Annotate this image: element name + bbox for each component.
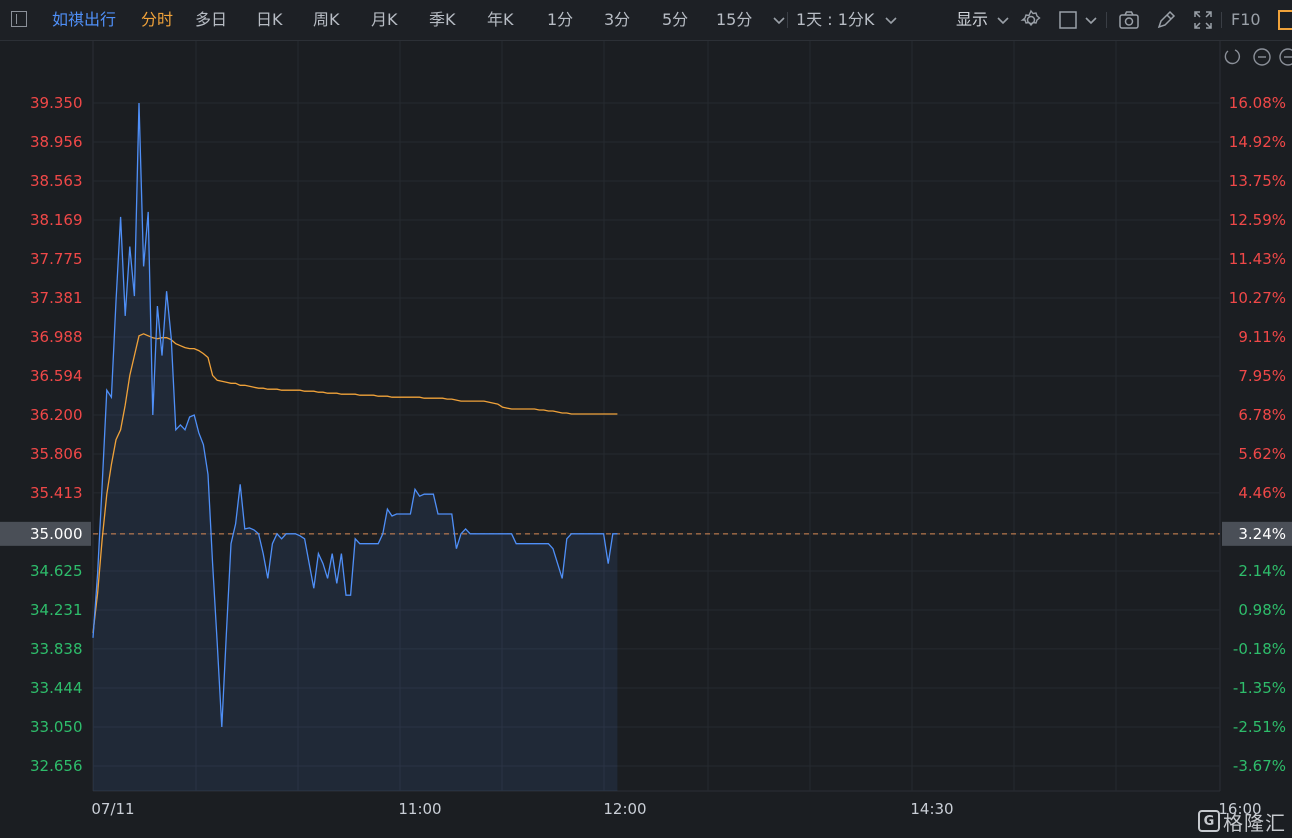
y-tick-label-left: 32.656 <box>30 757 83 775</box>
logo-mark: G <box>1198 810 1220 832</box>
tab-multi-day[interactable]: 多日 <box>195 10 227 30</box>
y-tick-label-left: 35.806 <box>30 445 83 463</box>
tab-5min[interactable]: 5分 <box>662 10 688 30</box>
y-tick-label-right: 2.14% <box>1238 562 1286 580</box>
y-tick-label-right: 10.27% <box>1229 289 1286 307</box>
x-axis-labels: 07/11 11:00 12:00 14:30 16:00 <box>91 800 1261 818</box>
y-tick-label-right: -0.18% <box>1233 640 1286 658</box>
y-tick-label-left: 37.775 <box>30 250 83 268</box>
y-tick-label-right: 3.24% <box>1238 525 1286 543</box>
chevron-down-icon[interactable] <box>992 8 1016 32</box>
y-tick-label-right: 7.95% <box>1238 367 1286 385</box>
tab-daily-k[interactable]: 日K <box>256 10 283 30</box>
gelonghui-logo: G 格隆汇 <box>1198 808 1286 835</box>
y-tick-label-left: 38.563 <box>30 172 83 190</box>
logo-text: 格隆汇 <box>1223 810 1286 835</box>
y-tick-label-left: 36.988 <box>30 328 83 346</box>
y-tick-label-right: 6.78% <box>1238 406 1286 424</box>
f10-button[interactable]: F10 <box>1231 10 1261 30</box>
chevron-down-icon[interactable] <box>880 8 904 32</box>
y-tick-label-right: 9.11% <box>1238 328 1286 346</box>
y-tick-label-right: 4.46% <box>1238 484 1286 502</box>
y-tick-label-right: -1.35% <box>1233 679 1286 697</box>
y-tick-label-right: 12.59% <box>1229 211 1286 229</box>
toolbar: 如祺出行 分时 多日 日K 周K 月K 季K 年K 1分 3分 5分 15分 1… <box>0 0 1292 41</box>
y-tick-label-right: 16.08% <box>1229 94 1286 112</box>
tab-1min[interactable]: 1分 <box>547 10 573 30</box>
tab-yearly-k[interactable]: 年K <box>487 10 514 30</box>
divider <box>1221 12 1222 28</box>
y-tick-label-left: 35.413 <box>30 484 83 502</box>
stock-symbol[interactable]: 如祺出行 <box>52 10 116 30</box>
y-tick-label-left: 33.050 <box>30 718 83 736</box>
fullscreen-icon[interactable] <box>1191 8 1215 32</box>
tab-15min[interactable]: 15分 <box>716 10 752 30</box>
gear-icon[interactable] <box>1019 8 1043 32</box>
divider <box>787 12 788 28</box>
display-menu[interactable]: 显示 <box>956 10 988 30</box>
tab-monthly-k[interactable]: 月K <box>371 10 398 30</box>
price-area <box>93 103 618 791</box>
y-tick-label-right: 13.75% <box>1229 172 1286 190</box>
y-tick-label-left: 34.625 <box>30 562 83 580</box>
y-tick-label-left: 33.838 <box>30 640 83 658</box>
y-tick-label-left: 38.169 <box>30 211 83 229</box>
tab-quarterly-k[interactable]: 季K <box>429 10 456 30</box>
y-tick-label-right: 0.98% <box>1238 601 1286 619</box>
y-tick-label-right: -2.51% <box>1233 718 1286 736</box>
sidebar-toggle-icon[interactable] <box>11 11 27 27</box>
y-tick-label-right: 5.62% <box>1238 445 1286 463</box>
y-tick-label-right: 11.43% <box>1229 250 1286 268</box>
x-tick-label: 14:30 <box>910 800 953 818</box>
y-tick-label-left: 33.444 <box>30 679 83 697</box>
y-tick-label-left: 34.231 <box>30 601 83 619</box>
y-tick-label-right: -3.67% <box>1233 757 1286 775</box>
tab-intraday[interactable]: 分时 <box>141 10 173 30</box>
x-tick-label: 07/11 <box>91 800 134 818</box>
intraday-chart: 39.350 16.08% 38.956 14.92% 38.563 13.75% 38.1… <box>0 41 1292 818</box>
x-tick-label: 12:00 <box>603 800 646 818</box>
y-tick-label-left: 39.350 <box>30 94 83 112</box>
y-tick-label-left: 36.594 <box>30 367 83 385</box>
chevron-down-icon[interactable] <box>1080 8 1104 32</box>
tab-weekly-k[interactable]: 周K <box>313 10 340 30</box>
camera-icon[interactable] <box>1117 8 1141 32</box>
x-tick-label: 11:00 <box>398 800 441 818</box>
pencil-icon[interactable] <box>1154 8 1178 32</box>
y-tick-label-left: 35.000 <box>30 525 83 543</box>
interval-select[interactable]: 1天 : 1分K <box>796 10 874 30</box>
layout-toggle-icon[interactable] <box>1278 10 1292 30</box>
tab-3min[interactable]: 3分 <box>604 10 630 30</box>
y-tick-label-left: 36.200 <box>30 406 83 424</box>
y-tick-label-right: 14.92% <box>1229 133 1286 151</box>
divider <box>1106 12 1107 28</box>
y-tick-label-left: 38.956 <box>30 133 83 151</box>
y-tick-label-left: 37.381 <box>30 289 83 307</box>
reset-icon[interactable] <box>1224 49 1241 65</box>
chevron-down-icon[interactable] <box>768 8 792 32</box>
zoom-controls[interactable] <box>1224 48 1292 66</box>
square-icon[interactable] <box>1056 8 1080 32</box>
